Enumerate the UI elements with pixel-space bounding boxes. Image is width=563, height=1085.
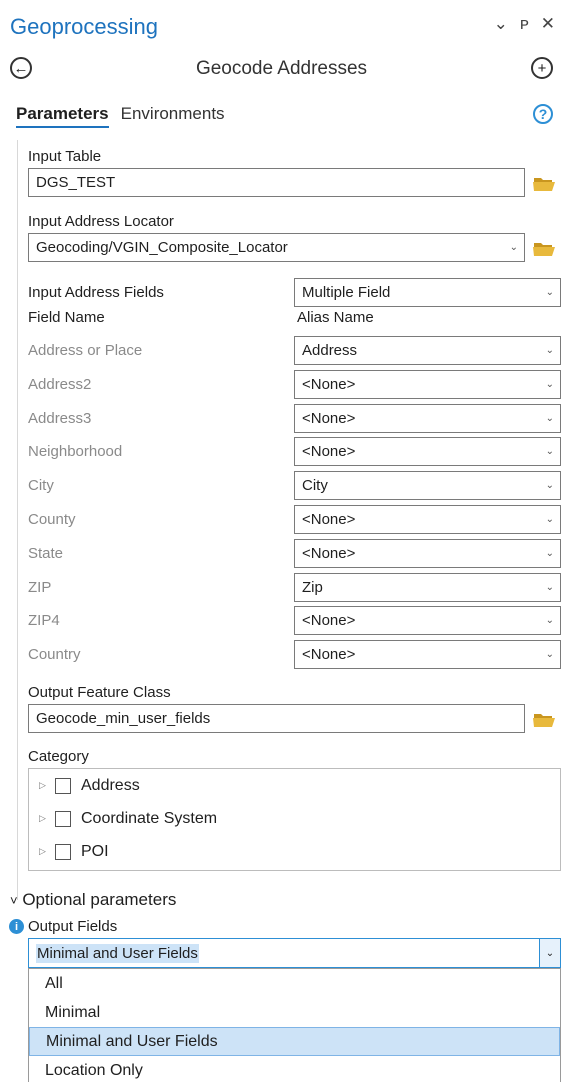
parameters-frame-line bbox=[17, 140, 24, 900]
dropdown-option-selected[interactable]: Minimal and User Fields bbox=[29, 1027, 560, 1056]
add-circle-icon[interactable]: + bbox=[531, 57, 553, 79]
pin-icon[interactable]: ᴘ bbox=[520, 14, 529, 34]
output-fields-dropdown[interactable]: Minimal and User Fields ⌄ bbox=[28, 938, 561, 968]
folder-open-icon[interactable] bbox=[533, 240, 555, 256]
address-locator-value: Geocoding/VGIN_Composite_Locator bbox=[36, 239, 288, 256]
chevron-down-icon: ˅ bbox=[10, 893, 18, 908]
alias-dropdown[interactable]: <None> ⌄ bbox=[294, 606, 561, 635]
address-locator-dropdown[interactable]: Geocoding/VGIN_Composite_Locator ⌄ bbox=[28, 233, 525, 262]
address-fields-dropdown[interactable]: Multiple Field ⌄ bbox=[294, 278, 561, 307]
field-name-label: Country bbox=[28, 646, 81, 663]
input-table-label: Input Table bbox=[28, 148, 102, 165]
category-item[interactable]: ▷ POI bbox=[29, 835, 560, 868]
chevron-down-icon: ⌄ bbox=[545, 514, 554, 525]
chevron-down-icon: ⌄ bbox=[545, 413, 554, 424]
alias-dropdown[interactable]: <None> ⌄ bbox=[294, 640, 561, 669]
alias-dropdown[interactable]: Zip ⌄ bbox=[294, 573, 561, 602]
checkbox[interactable] bbox=[55, 843, 71, 860]
field-name-label: ZIP bbox=[28, 579, 52, 596]
chevron-down-icon: ⌄ bbox=[545, 446, 554, 457]
tab-parameters[interactable]: Parameters bbox=[16, 104, 109, 128]
output-feature-class-field[interactable]: Geocode_min_user_fields bbox=[28, 704, 525, 733]
folder-open-icon[interactable] bbox=[533, 175, 555, 191]
output-fields-value: Minimal and User Fields bbox=[36, 943, 199, 963]
info-icon[interactable]: i bbox=[9, 919, 24, 934]
checkbox[interactable] bbox=[55, 777, 71, 794]
field-name-label: ZIP4 bbox=[28, 612, 60, 629]
field-name-label: Neighborhood bbox=[28, 443, 123, 460]
field-name-header: Field Name bbox=[28, 309, 105, 326]
alias-value: Zip bbox=[302, 579, 323, 596]
category-label: Category bbox=[28, 748, 89, 765]
chevron-down-icon[interactable]: ⌄ bbox=[494, 14, 508, 34]
alias-dropdown[interactable]: <None> ⌄ bbox=[294, 505, 561, 534]
category-item[interactable]: ▷ Address bbox=[29, 769, 560, 802]
chevron-down-icon: ⌄ bbox=[545, 582, 554, 593]
tab-bar: Parameters Environments bbox=[16, 104, 225, 128]
pane-title: Geoprocessing bbox=[10, 14, 158, 39]
address-locator-label: Input Address Locator bbox=[28, 213, 174, 230]
optional-parameters-label: Optional parameters bbox=[22, 890, 177, 909]
input-table-field[interactable]: DGS_TEST bbox=[28, 168, 525, 197]
output-fields-label: Output Fields bbox=[28, 918, 118, 935]
category-item[interactable]: ▷ Coordinate System bbox=[29, 802, 560, 835]
dropdown-option[interactable]: Location Only bbox=[29, 1056, 560, 1085]
alias-dropdown[interactable]: <None> ⌄ bbox=[294, 404, 561, 433]
alias-value: <None> bbox=[302, 646, 356, 663]
chevron-down-icon: ⌄ bbox=[545, 649, 554, 660]
alias-value: <None> bbox=[302, 545, 356, 562]
field-name-label: County bbox=[28, 511, 76, 528]
chevron-down-icon: ⌄ bbox=[545, 480, 554, 491]
window-controls: ⌄ ᴘ ✕ bbox=[494, 14, 555, 34]
expand-triangle-icon[interactable]: ▷ bbox=[39, 846, 55, 857]
chevron-down-icon: ⌄ bbox=[509, 242, 518, 253]
checkbox[interactable] bbox=[55, 810, 71, 827]
optional-parameters-header[interactable]: ˅ Optional parameters bbox=[10, 890, 176, 910]
alias-value: City bbox=[302, 477, 328, 494]
chevron-down-icon: ⌄ bbox=[545, 287, 554, 298]
output-fields-options-list: All Minimal Minimal and User Fields Loca… bbox=[28, 968, 561, 1082]
help-icon[interactable]: ? bbox=[533, 104, 553, 124]
address-fields-value: Multiple Field bbox=[302, 284, 391, 301]
folder-open-icon[interactable] bbox=[533, 711, 555, 727]
dropdown-option[interactable]: All bbox=[29, 969, 560, 998]
category-tree: ▷ Address ▷ Coordinate System ▷ POI bbox=[28, 768, 561, 871]
expand-triangle-icon[interactable]: ▷ bbox=[39, 813, 55, 824]
chevron-down-icon: ⌄ bbox=[545, 548, 554, 559]
tool-title: Geocode Addresses bbox=[195, 58, 368, 79]
category-label-poi: POI bbox=[81, 842, 109, 860]
alias-value: <None> bbox=[302, 612, 356, 629]
close-icon[interactable]: ✕ bbox=[541, 14, 555, 34]
alias-value: Address bbox=[302, 342, 358, 359]
alias-value: <None> bbox=[302, 410, 356, 427]
alias-dropdown[interactable]: <None> ⌄ bbox=[294, 370, 561, 399]
alias-dropdown[interactable]: Address ⌄ bbox=[294, 336, 561, 365]
category-label-coordinate-system: Coordinate System bbox=[81, 809, 218, 827]
output-feature-class-label: Output Feature Class bbox=[28, 684, 171, 701]
tab-environments[interactable]: Environments bbox=[121, 104, 225, 128]
alias-value: <None> bbox=[302, 376, 356, 393]
field-name-label: Address3 bbox=[28, 410, 92, 427]
chevron-down-icon: ⌄ bbox=[545, 615, 554, 626]
chevron-down-icon: ⌄ bbox=[545, 379, 554, 390]
field-name-label: Address or Place bbox=[28, 342, 143, 359]
category-label-address: Address bbox=[81, 776, 140, 794]
dropdown-option[interactable]: Minimal bbox=[29, 998, 560, 1027]
alias-dropdown[interactable]: City ⌄ bbox=[294, 471, 561, 500]
address-fields-label: Input Address Fields bbox=[28, 284, 164, 301]
field-name-label: State bbox=[28, 545, 64, 562]
chevron-down-icon[interactable]: ⌄ bbox=[539, 938, 561, 968]
alias-dropdown[interactable]: <None> ⌄ bbox=[294, 539, 561, 568]
field-name-label: City bbox=[28, 477, 54, 494]
expand-triangle-icon[interactable]: ▷ bbox=[39, 780, 55, 791]
alias-value: <None> bbox=[302, 511, 356, 528]
alias-value: <None> bbox=[302, 443, 356, 460]
field-name-label: Address2 bbox=[28, 376, 92, 393]
alias-name-header: Alias Name bbox=[297, 309, 374, 326]
alias-dropdown[interactable]: <None> ⌄ bbox=[294, 437, 561, 466]
chevron-down-icon: ⌄ bbox=[545, 345, 554, 356]
